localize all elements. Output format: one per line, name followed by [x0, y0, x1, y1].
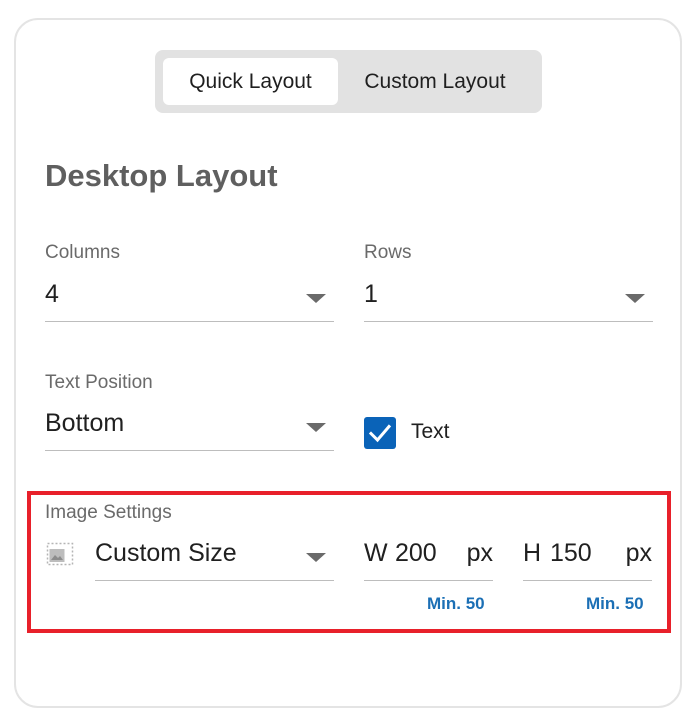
- dropdown-caret-icon: [625, 294, 645, 303]
- layout-mode-toggle: Quick Layout Custom Layout: [155, 50, 542, 113]
- text-position-label: Text Position: [45, 372, 153, 393]
- text-position-select[interactable]: Bottom: [45, 407, 334, 451]
- height-unit: px: [625, 539, 652, 567]
- rows-select[interactable]: 1: [364, 278, 653, 322]
- image-settings-label: Image Settings: [45, 502, 172, 523]
- text-checkbox-label: Text: [411, 420, 450, 443]
- height-min-hint: Min. 50: [586, 594, 644, 613]
- height-prefix: H: [523, 539, 542, 567]
- columns-label: Columns: [45, 242, 120, 263]
- image-size-icon: [46, 542, 74, 566]
- rows-label: Rows: [364, 242, 412, 263]
- width-min-hint: Min. 50: [427, 594, 485, 613]
- image-width-input[interactable]: W 200 px: [364, 537, 493, 581]
- checkmark-icon: [368, 424, 392, 443]
- quick-layout-tab[interactable]: Quick Layout: [163, 58, 338, 105]
- text-position-value: Bottom: [45, 409, 125, 437]
- image-height-input[interactable]: H 150 px: [523, 537, 652, 581]
- section-title: Desktop Layout: [45, 158, 278, 193]
- text-checkbox[interactable]: [364, 417, 396, 449]
- width-value: 200: [395, 539, 437, 567]
- dropdown-caret-icon: [306, 294, 326, 303]
- columns-select[interactable]: 4: [45, 278, 334, 322]
- dropdown-caret-icon: [306, 553, 326, 562]
- image-size-value: Custom Size: [95, 539, 237, 567]
- rows-value: 1: [364, 280, 378, 308]
- width-prefix: W: [364, 539, 388, 567]
- columns-value: 4: [45, 280, 59, 308]
- dropdown-caret-icon: [306, 423, 326, 432]
- image-size-select[interactable]: Custom Size: [95, 537, 334, 581]
- width-unit: px: [466, 539, 493, 567]
- height-value: 150: [550, 539, 592, 567]
- custom-layout-tab[interactable]: Custom Layout: [345, 58, 525, 105]
